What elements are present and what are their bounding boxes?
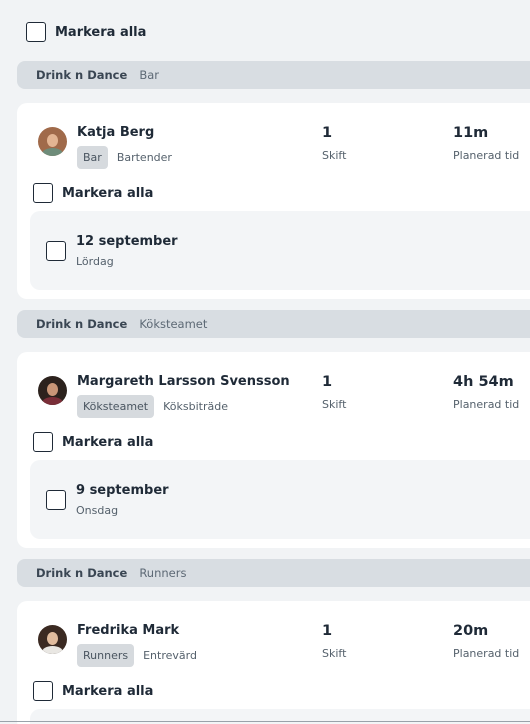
select-all-label: Markera alla [55, 24, 147, 40]
shift-checkbox[interactable] [46, 241, 66, 261]
employee-card: Katja Berg Bar Bartender 1 Skift 11m Pla… [17, 103, 530, 299]
shift-row[interactable]: 12 september Lördag [30, 211, 530, 290]
shifts-label: Skift [322, 149, 347, 162]
planned-time: 20m [453, 623, 489, 639]
select-all-label: Markera alla [62, 434, 154, 450]
employee-card: Fredrika Mark Runners Entrevärd 1 Skift … [17, 601, 530, 724]
job-title: Bartender [116, 151, 172, 164]
shifts-label: Skift [322, 398, 347, 411]
group-venue: Drink n Dance [36, 317, 128, 331]
group-department: Köksteamet [139, 317, 208, 331]
shifts-stat: 1 Skift [322, 623, 346, 660]
planned-time-label: Planerad tid [453, 149, 520, 162]
employee-info: Katja Berg Bar Bartender [38, 125, 172, 169]
employee-info: Margareth Larsson Svensson Köksteamet Kö… [38, 374, 290, 418]
planned-time-label: Planerad tid [453, 398, 520, 411]
group-header-kitchen: Drink n Dance Köksteamet [17, 310, 530, 338]
role-tag: Bar [77, 146, 108, 169]
role-tag: Runners [77, 644, 135, 667]
avatar [38, 127, 67, 156]
shifts-stat: 1 Skift [322, 374, 346, 411]
planned-time-stat: 11m Planerad tid [453, 125, 519, 162]
shifts-count: 1 [322, 374, 333, 390]
shifts-label: Skift [322, 647, 347, 660]
shifts-count: 1 [322, 125, 333, 141]
shift-date: 9 september [76, 483, 169, 498]
shifts-count: 1 [322, 623, 333, 639]
job-title: Köksbiträde [163, 400, 228, 413]
avatar [38, 376, 67, 405]
select-all-checkbox[interactable] [33, 183, 53, 203]
shift-checkbox[interactable] [46, 490, 66, 510]
planned-time: 11m [453, 125, 489, 141]
planned-time-stat: 4h 54m Planerad tid [453, 374, 519, 411]
select-all-employee[interactable]: Markera alla [33, 183, 153, 203]
shift-weekday: Lördag [76, 255, 114, 268]
job-title: Entrevärd [143, 649, 197, 662]
shift-weekday: Onsdag [76, 504, 119, 517]
planned-time: 4h 54m [453, 374, 514, 390]
employee-name[interactable]: Fredrika Mark [77, 623, 197, 638]
role-tag: Köksteamet [77, 395, 155, 418]
group-header-runners: Drink n Dance Runners [17, 559, 530, 587]
avatar [38, 625, 67, 654]
select-all-checkbox[interactable] [26, 22, 46, 42]
viewport-edge-divider [0, 721, 530, 722]
select-all-label: Markera alla [62, 185, 154, 201]
select-all-employee[interactable]: Markera alla [33, 432, 153, 452]
select-all-checkbox[interactable] [33, 432, 53, 452]
group-venue: Drink n Dance [36, 566, 128, 580]
planned-time-stat: 20m Planerad tid [453, 623, 519, 660]
shifts-stat: 1 Skift [322, 125, 346, 162]
select-all-employee[interactable]: Markera alla [33, 681, 153, 701]
select-all-label: Markera alla [62, 683, 154, 699]
group-header-bar: Drink n Dance Bar [17, 61, 530, 89]
employee-name[interactable]: Margareth Larsson Svensson [77, 374, 290, 389]
employee-info: Fredrika Mark Runners Entrevärd [38, 623, 197, 667]
select-all-checkbox[interactable] [33, 681, 53, 701]
select-all-top[interactable]: Markera alla [26, 22, 146, 42]
group-department: Bar [139, 68, 159, 82]
employee-name[interactable]: Katja Berg [77, 125, 172, 140]
shift-date: 12 september [76, 234, 178, 249]
employee-card: Margareth Larsson Svensson Köksteamet Kö… [17, 352, 530, 548]
shift-row[interactable]: 9 september Onsdag [30, 460, 530, 539]
planned-time-label: Planerad tid [453, 647, 520, 660]
group-venue: Drink n Dance [36, 68, 128, 82]
group-department: Runners [139, 566, 187, 580]
